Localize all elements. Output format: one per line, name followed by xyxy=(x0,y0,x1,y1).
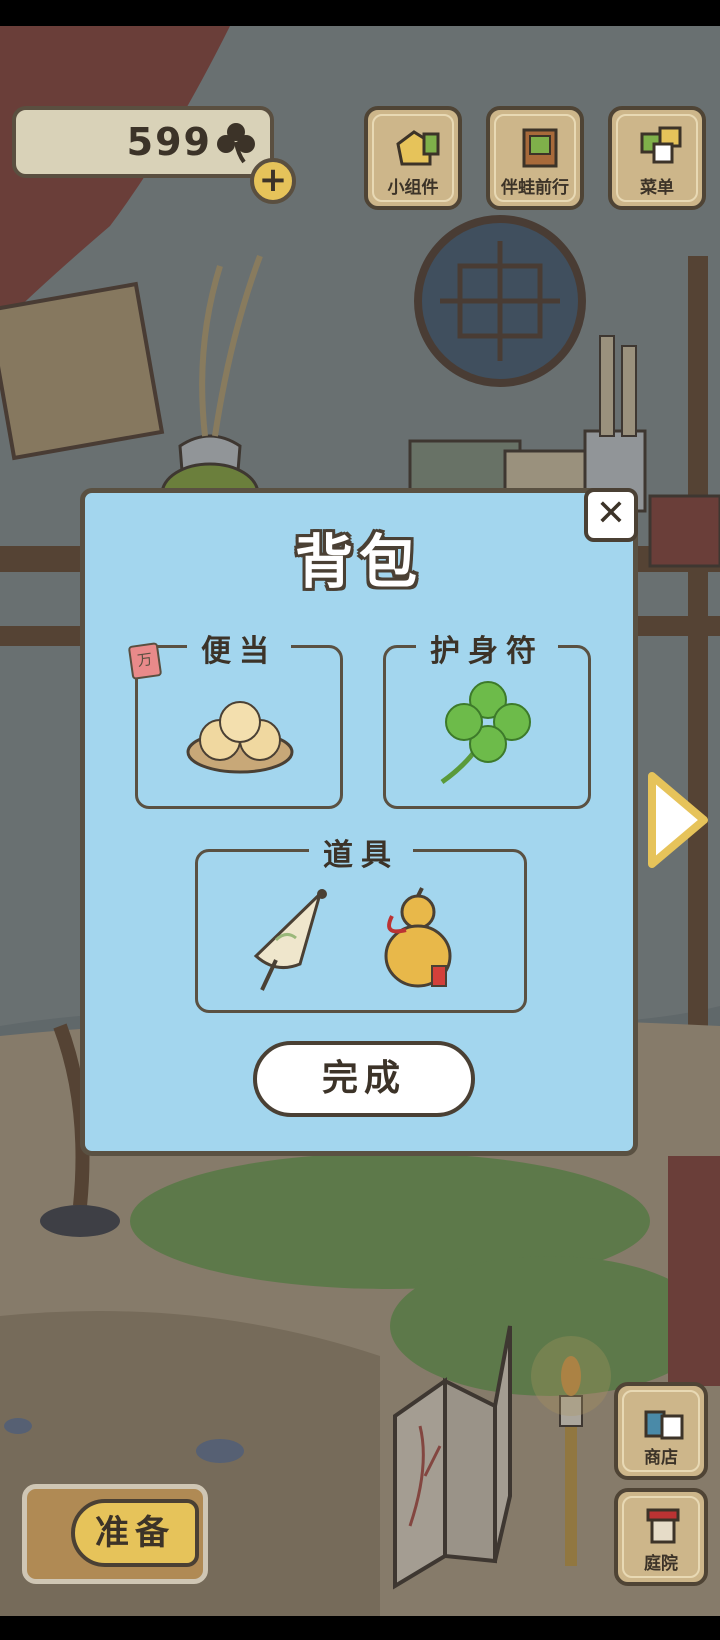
lunch-slot[interactable]: 便当 万 xyxy=(127,626,343,809)
travel-button[interactable]: 伴蛙前行 xyxy=(486,106,584,210)
tools-slot-label: 道具 xyxy=(309,830,413,874)
shop-button[interactable]: 商店 xyxy=(614,1382,708,1480)
yard-button-label: 庭院 xyxy=(644,1554,678,1574)
widget-button-label: 小组件 xyxy=(387,178,439,198)
clover-amount: 599 xyxy=(126,120,212,164)
dialog-title: 背包 xyxy=(294,528,423,596)
charm-slot[interactable]: 护身符 xyxy=(383,626,591,809)
clover-icon xyxy=(217,123,255,164)
tools-slot[interactable]: 道具 xyxy=(195,830,527,1013)
clover-counter: 599 xyxy=(12,106,274,178)
add-clover-button[interactable]: + xyxy=(250,158,296,204)
house-icon xyxy=(396,130,440,166)
prepare-button-label: 准备 xyxy=(71,1499,199,1567)
widget-button[interactable]: 小组件 xyxy=(364,106,462,210)
travel-button-label: 伴蛙前行 xyxy=(501,178,569,198)
next-page-arrow-icon[interactable] xyxy=(646,772,708,868)
system-nav-bar xyxy=(0,1616,720,1640)
lunch-slot-label: 便当 xyxy=(187,626,291,670)
close-button[interactable]: ✕ xyxy=(584,488,638,542)
yard-button[interactable]: 庭院 xyxy=(614,1488,708,1586)
lunch-tag: 万 xyxy=(127,642,163,680)
shop-bags-icon xyxy=(644,1410,684,1440)
umbrella-icon[interactable] xyxy=(246,888,336,998)
charm-slot-label: 护身符 xyxy=(416,626,558,670)
gourd-icon[interactable] xyxy=(376,886,466,996)
menu-button[interactable]: 菜单 xyxy=(608,106,706,210)
done-button[interactable]: 完成 xyxy=(253,1041,475,1117)
prepare-button[interactable]: 准备 xyxy=(22,1484,208,1584)
book-icon xyxy=(522,128,558,168)
backpack-dialog: 背包 便当 万 护身符 道具 完成 xyxy=(80,488,638,1156)
cards-icon xyxy=(640,126,682,164)
menu-button-label: 菜单 xyxy=(640,178,674,198)
shrine-icon xyxy=(646,1508,680,1544)
bun-plate-icon xyxy=(186,701,294,774)
shop-button-label: 商店 xyxy=(644,1448,678,1468)
four-leaf-clover-icon xyxy=(440,681,531,785)
